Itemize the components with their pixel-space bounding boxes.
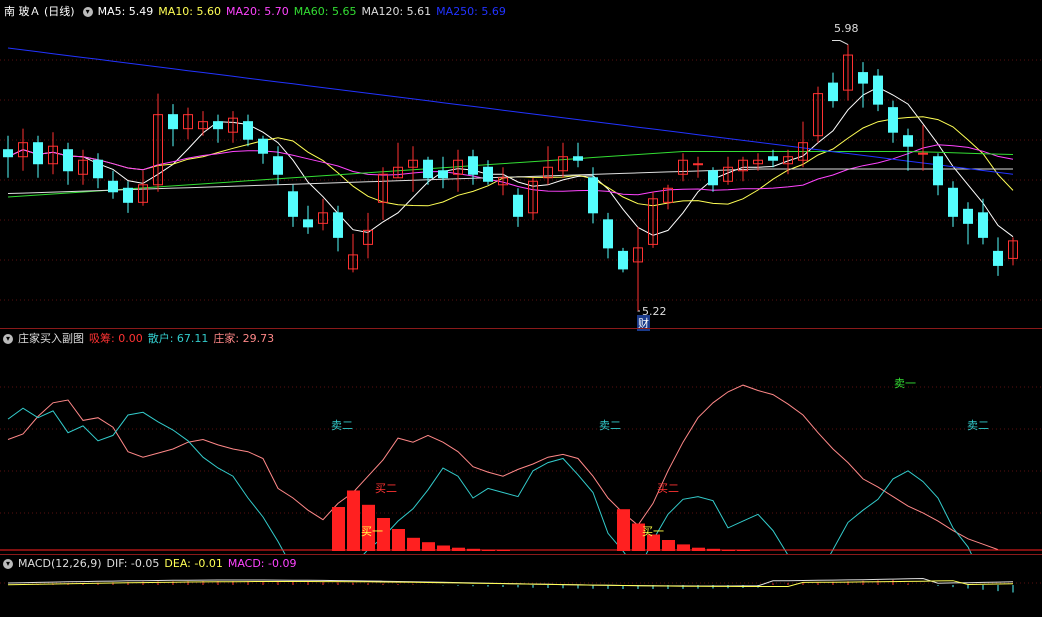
accumulate-bar <box>617 509 630 551</box>
dealer-line <box>7 384 999 551</box>
candle-body <box>573 156 583 161</box>
accumulate-bar <box>392 529 405 551</box>
candle-body <box>303 219 313 228</box>
candle-body <box>918 152 928 155</box>
candle-body <box>903 135 913 147</box>
candle-body <box>873 75 883 105</box>
accumulate-bar <box>452 547 465 551</box>
dea-value: DEA: -0.01 <box>164 557 223 570</box>
candle-body <box>423 159 433 179</box>
candle-body <box>768 156 778 161</box>
candle-body <box>333 212 343 238</box>
collapse-icon[interactable]: ▾ <box>3 559 13 569</box>
ma20-value: MA20: 5.70 <box>226 5 289 18</box>
candle-body <box>243 121 253 140</box>
candle-body <box>828 82 838 102</box>
accumulate-bar <box>347 490 360 551</box>
macd-panel[interactable]: ▾ MACD(12,26,9) DIF: -0.05 DEA: -0.01 MACD: … <box>0 555 1042 617</box>
signal-label: 买一 <box>361 525 383 538</box>
signal-label: 卖二 <box>967 419 989 432</box>
ma250-line <box>7 47 1014 175</box>
candle-body <box>168 114 178 130</box>
dea-line <box>7 580 1014 587</box>
candle-body <box>708 170 718 186</box>
signal-label: 卖一 <box>894 377 916 390</box>
ma10-line <box>7 116 1014 207</box>
candle-body <box>213 121 223 130</box>
candle-body <box>603 219 613 249</box>
candle-body <box>993 250 1003 266</box>
signal-label: 卖二 <box>599 419 621 432</box>
accumulate-value: 吸筹: 0.00 <box>89 332 143 345</box>
signal-label: 买二 <box>657 482 679 495</box>
collapse-icon[interactable]: ▾ <box>82 7 93 17</box>
candle-body <box>258 138 268 154</box>
dealer-title[interactable]: 庄家买入副图 <box>18 332 84 345</box>
ma250-value: MA250: 5.69 <box>436 5 506 18</box>
candle-body <box>693 163 703 166</box>
retail-value: 散户: 67.11 <box>147 332 209 345</box>
kline-panel[interactable]: 南 玻Ａ (日线) ▾ MA5: 5.49 MA10: 5.60 MA20: 5.70 M… <box>0 0 1042 331</box>
accumulate-bar <box>407 537 420 551</box>
accumulate-bar <box>692 547 705 551</box>
candle-body <box>3 149 13 158</box>
macd-title[interactable]: MACD(12,26,9) <box>18 557 102 570</box>
candle-body <box>978 212 988 238</box>
ma120-line <box>7 168 1013 194</box>
candle-body <box>858 72 868 84</box>
collapse-icon[interactable]: ▾ <box>3 334 13 344</box>
candle-body <box>948 187 958 217</box>
kline-chart[interactable] <box>0 0 1042 328</box>
candle-body <box>618 250 628 270</box>
candle-body <box>888 107 898 133</box>
retail-line <box>7 407 972 554</box>
high-price-label: 5.98 <box>834 22 859 35</box>
candle-body <box>93 159 103 179</box>
candle-body <box>963 208 973 224</box>
signal-label: 买一 <box>642 525 664 538</box>
candle-body <box>123 187 133 203</box>
stock-title[interactable]: 南 玻Ａ (日线) <box>4 5 75 18</box>
dealer-panel[interactable]: ▾ 庄家买入副图 吸筹: 0.00 散户: 67.11 庄家: 29.73 卖二 买二 … <box>0 329 1042 554</box>
ma5-value: MA5: 5.49 <box>97 5 154 18</box>
candle-body <box>513 194 523 217</box>
macd-value: MACD: -0.09 <box>227 557 297 570</box>
ma120-value: MA120: 5.61 <box>361 5 432 18</box>
candle-body <box>483 166 493 182</box>
candle-body <box>288 191 298 217</box>
ma60-value: MA60: 5.65 <box>293 5 357 18</box>
accumulate-bar <box>662 540 675 551</box>
ma5-line <box>7 86 1014 238</box>
candle-body <box>63 149 73 172</box>
dif-value: DIF: -0.05 <box>106 557 160 570</box>
macd-header: ▾ MACD(12,26,9) DIF: -0.05 DEA: -0.01 MACD: … <box>0 556 301 572</box>
dealer-chart[interactable] <box>0 329 1042 554</box>
dealer-header: ▾ 庄家买入副图 吸筹: 0.00 散户: 67.11 庄家: 29.73 <box>0 331 279 347</box>
accumulate-bar <box>332 507 345 551</box>
candle-body <box>108 180 118 193</box>
candle-body <box>588 177 598 214</box>
candle-body <box>33 142 43 165</box>
candle-body <box>933 156 943 186</box>
kline-header: 南 玻Ａ (日线) ▾ MA5: 5.49 MA10: 5.60 MA20: 5.70 M… <box>0 4 511 20</box>
candle-body <box>438 170 448 179</box>
candle-body <box>468 156 478 175</box>
ma10-value: MA10: 5.60 <box>158 5 222 18</box>
candle-body <box>273 156 283 175</box>
high-pointer <box>832 40 849 45</box>
signal-label: 卖二 <box>331 419 353 432</box>
signal-label: 买二 <box>375 482 397 495</box>
dealer-value: 庄家: 29.73 <box>213 332 275 345</box>
